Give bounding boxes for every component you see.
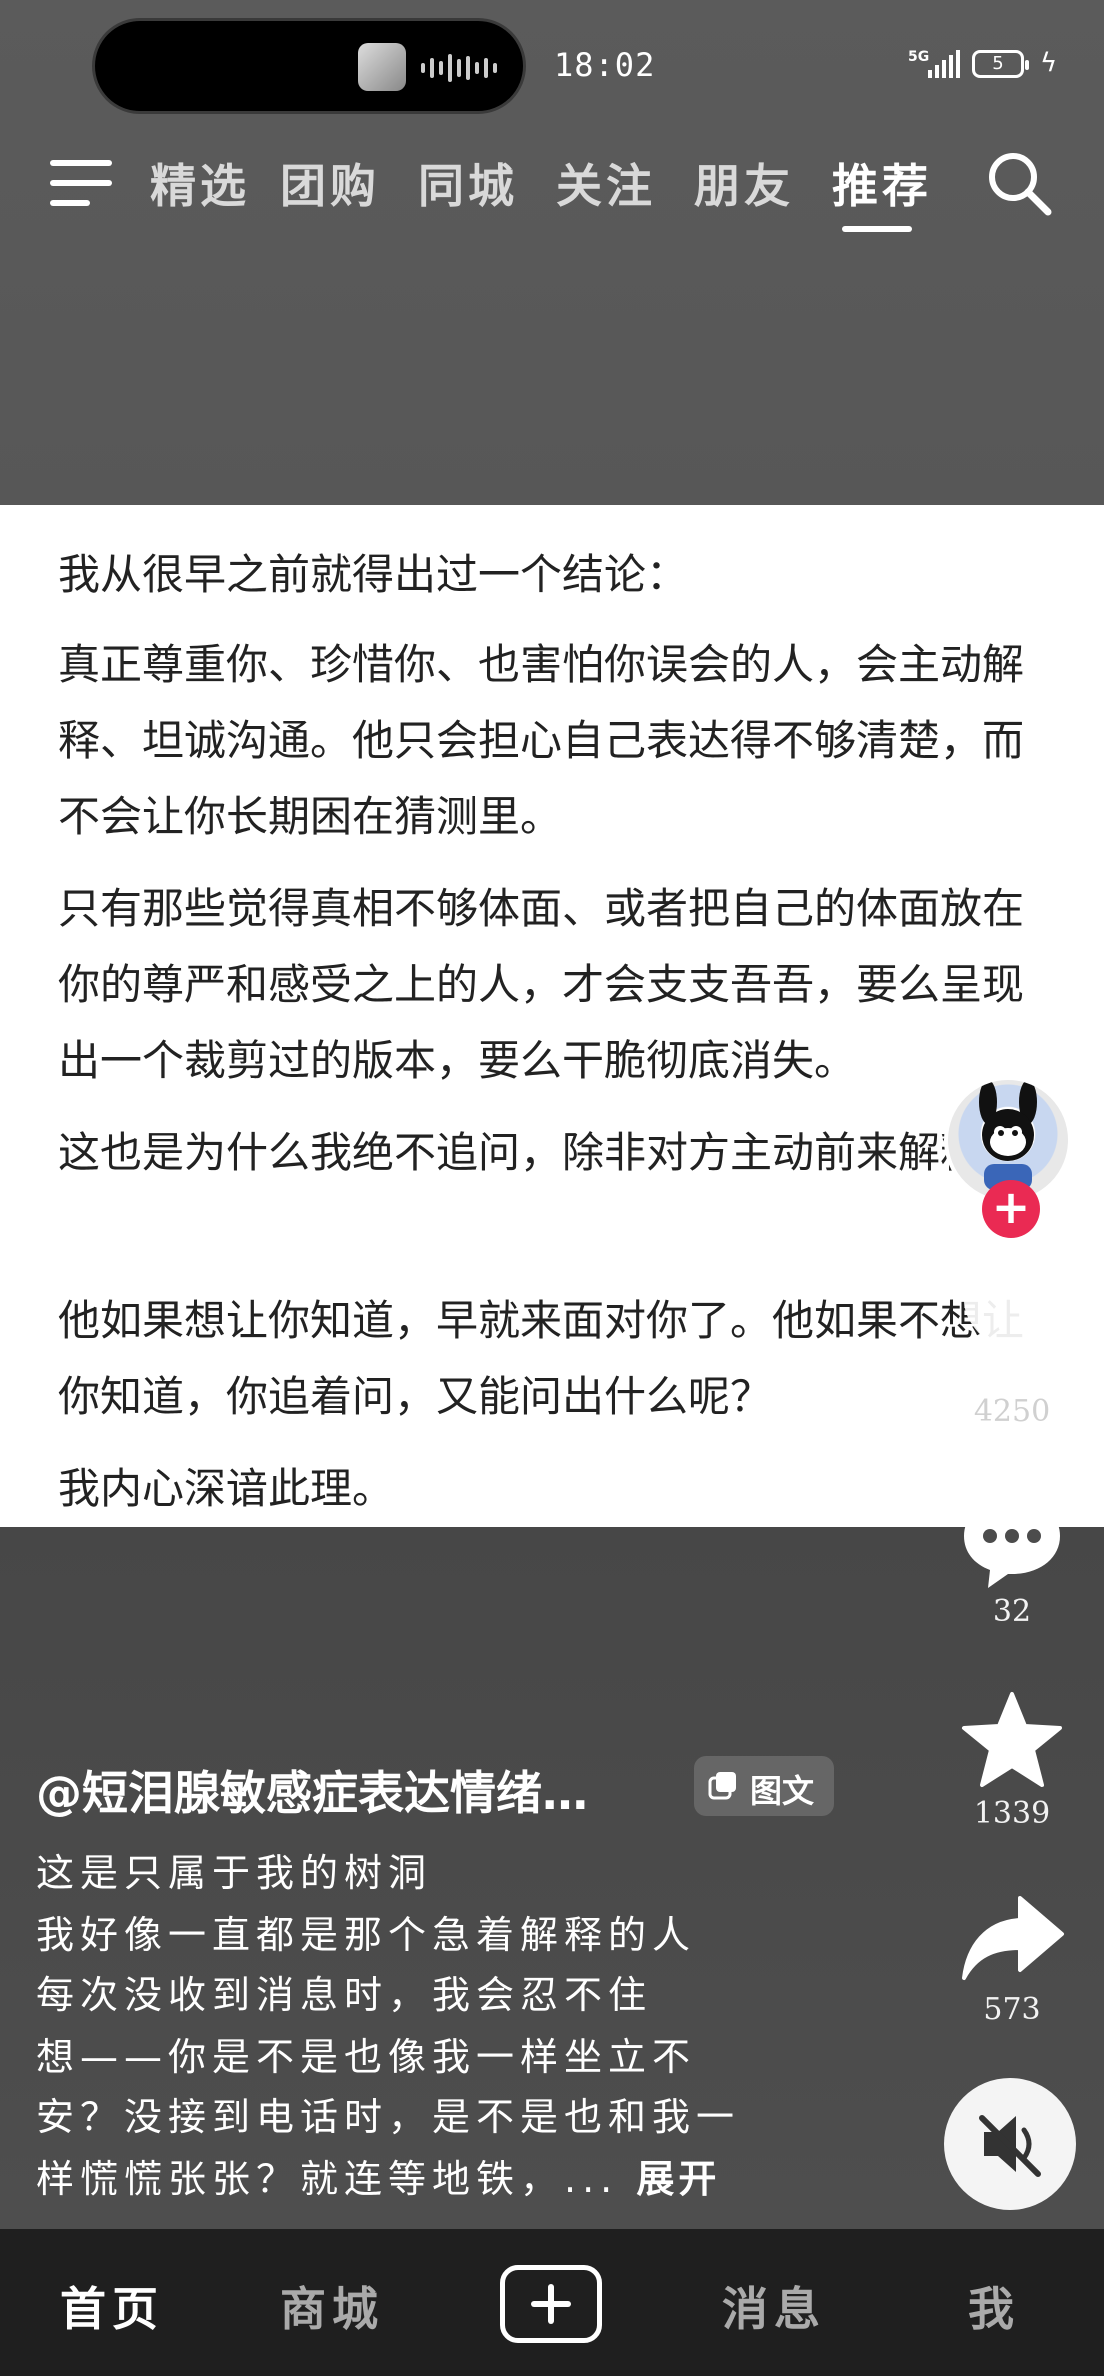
muted-speaker-icon [979, 2115, 1041, 2177]
nav-mall[interactable]: 商城 [280, 2273, 384, 2339]
caption-line: 想——你是不是也像我一样坐立不 [36, 2035, 697, 2079]
tab-group-buy[interactable]: 团购 [280, 150, 380, 216]
comment-icon[interactable] [958, 1490, 1066, 1590]
search-icon[interactable] [986, 150, 1052, 216]
status-time: 18:02 [554, 46, 656, 84]
caption-line: 安？没接到电话时，是不是也和我一 [36, 2095, 741, 2139]
like-heart-icon[interactable] [958, 1270, 1066, 1370]
favorite-star-icon[interactable] [958, 1690, 1066, 1790]
signal-icon [928, 50, 960, 78]
dynamic-island[interactable] [92, 18, 526, 114]
battery-level: 5 [992, 53, 1004, 74]
audio-wave-icon [421, 51, 501, 85]
bottom-nav: 首页 商城 消息 我 [0, 2229, 1104, 2376]
share-arrow-icon[interactable] [958, 1890, 1066, 1990]
nav-messages[interactable]: 消息 [722, 2273, 826, 2339]
like-count: 4250 [973, 1394, 1051, 1429]
active-tab-indicator [842, 226, 912, 232]
island-thumbnail [358, 43, 406, 91]
post-type-label: 图文 [750, 1772, 815, 1810]
post-paragraph: 我从很早之前就得出过一个结论： [58, 550, 689, 599]
caption-line: 这是只属于我的树洞 [36, 1851, 433, 1895]
menu-icon[interactable] [50, 160, 112, 208]
share-count: 573 [983, 1992, 1041, 2027]
image-text-icon [708, 1772, 736, 1800]
network-type: 5G [908, 49, 930, 65]
author-name[interactable]: @短泪腺敏感症表达情绪… [36, 1757, 588, 1823]
mute-button[interactable] [944, 2078, 1076, 2210]
charging-icon: ϟ [1040, 48, 1058, 78]
post-type-tag: 图文 [694, 1756, 834, 1816]
caption-line: 我好像一直都是那个急着解释的人 [36, 1913, 697, 1957]
post-paragraph: 真正尊重你、珍惜你、也害怕你误会的人，会主动解释、坦诚沟通。他只会担心自己表达得… [58, 640, 1025, 841]
favorite-count: 1339 [973, 1796, 1051, 1831]
caption-line-last: 样慌慌张张？就连等地铁，... 展开 [36, 2148, 720, 2203]
battery-icon: 5 [972, 50, 1029, 78]
tab-local[interactable]: 同城 [418, 150, 518, 216]
tab-recommended[interactable]: 推荐 [832, 150, 932, 216]
post-paragraph: 这也是为什么我绝不追问，除非对方主动前来解释。 [58, 1128, 1025, 1177]
caption-line: 每次没收到消息时，我会忍不住 [36, 1973, 653, 2017]
post-paragraph: 只有那些觉得真相不够体面、或者把自己的体面放在你的尊严和感受之上的人，才会支支吾… [58, 884, 1025, 1085]
post-text-card[interactable]: 我从很早之前就得出过一个结论： 真正尊重你、珍惜你、也害怕你误会的人，会主动解释… [0, 505, 1104, 1527]
post-paragraph: 他如果想让你知道，早就来面对你了。他如果不想让你知道，你追着问，又能问出什么呢？ [58, 1296, 1025, 1421]
caption-line: 样慌慌张张？就连等地铁，... [36, 2157, 619, 2201]
comment-count: 32 [992, 1594, 1032, 1629]
nav-home[interactable]: 首页 [60, 2273, 164, 2339]
tab-featured[interactable]: 精选 [150, 150, 250, 216]
follow-plus-button[interactable]: + [982, 1180, 1040, 1238]
tab-friends[interactable]: 朋友 [694, 150, 794, 216]
expand-button[interactable]: 展开 [636, 2157, 720, 2201]
nav-me[interactable]: 我 [968, 2273, 1020, 2339]
post-paragraph: 我内心深谙此理。 [58, 1464, 395, 1513]
tab-following[interactable]: 关注 [556, 150, 656, 216]
create-plus-icon[interactable] [500, 2265, 602, 2343]
